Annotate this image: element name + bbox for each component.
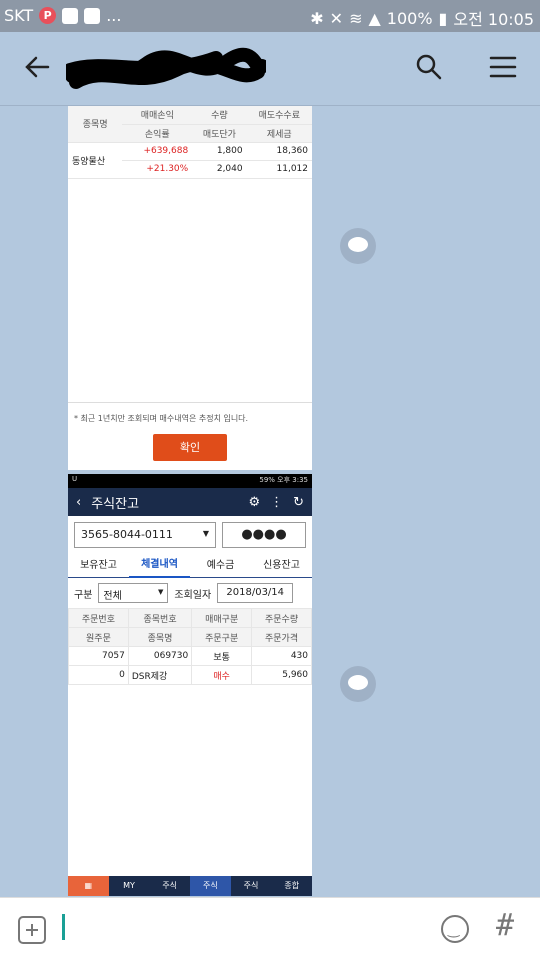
estimate-note: * 최근 1년치만 조회되며 매수내역은 추정치 입니다.	[74, 414, 249, 423]
bottom-nav-item-active: 주식	[190, 876, 231, 896]
executions-table: 주문번호 종목번호 매매구분 주문수량 원주문 종목명 주문구분 주문가격 70…	[68, 608, 312, 685]
status-left: SKT P ...	[4, 6, 121, 25]
bottom-nav-item: 주식	[243, 881, 259, 890]
phone-status-left: U	[72, 475, 78, 483]
table-header: 주문가격	[251, 627, 312, 647]
divider	[68, 402, 312, 403]
back-arrow-icon[interactable]	[22, 52, 52, 82]
order-type: 매수	[191, 665, 253, 685]
sell-price-value: 2,040	[192, 160, 247, 179]
table-header: 원주문	[68, 627, 129, 647]
message-input-bar: #	[0, 897, 540, 960]
refresh-icon: ↻	[293, 494, 304, 510]
wifi-icon: ≋	[349, 8, 363, 28]
original-order: 0	[68, 665, 129, 685]
table-header: 수량	[192, 106, 247, 125]
bottom-nav-item: 주식	[162, 881, 178, 890]
bottom-nav-item: 종합	[284, 881, 300, 890]
table-header: 주문번호	[68, 608, 129, 628]
tab-credit: 신용잔고	[263, 559, 300, 571]
password-field: ●●●●	[222, 522, 306, 548]
table-header-row: 주문번호 종목번호 매매구분 주문수량	[68, 608, 312, 628]
chat-header	[0, 32, 540, 106]
phone-status-right: 59% 오후 3:35	[259, 476, 308, 484]
profit-value: +639,688	[122, 142, 193, 161]
table-header: 매도단가	[192, 124, 247, 143]
emoji-icon[interactable]	[441, 915, 469, 943]
tab-holdings: 보유잔고	[80, 559, 117, 571]
more-notifications: ...	[106, 6, 122, 25]
balance-tabs: 보유잔고 체결내역 예수금 신용잔고	[68, 554, 312, 578]
share-bubble-icon[interactable]	[340, 666, 376, 702]
status-right: ✱ ✕ ≋ ▲ 100% ▮ 오전 10:05	[310, 6, 534, 30]
more-vertical-icon: ⋮	[270, 494, 284, 510]
redacted-chat-title	[66, 47, 266, 89]
tab-executions: 체결내역	[129, 554, 190, 578]
table-row: 동양물산 +639,688 1,800 18,360	[68, 142, 312, 179]
mute-icon: ✕	[329, 8, 344, 28]
order-price: 5,960	[251, 665, 312, 685]
bluetooth-icon: ✱	[310, 8, 324, 28]
carrier-label: SKT	[4, 6, 34, 25]
filter-select: 전체	[98, 583, 169, 603]
filter-row: 구분 전체 조회일자 2018/03/14	[68, 578, 312, 608]
clock: 오전 10:05	[453, 10, 534, 29]
fee-value: 18,360	[246, 142, 312, 161]
bottom-nav-home-icon: ▦	[68, 876, 109, 896]
status-bar: SKT P ... ✱ ✕ ≋ ▲ 100% ▮ 오전 10:05	[0, 0, 540, 32]
stock-name: DSR제강	[127, 665, 193, 685]
table-header: 손익률	[122, 124, 193, 143]
table-header: 매매구분	[191, 608, 253, 628]
image-message-2[interactable]: U 59% 오후 3:35 ‹ 주식잔고 ⚙ ⋮ ↻ 3565-8044-011…	[68, 474, 312, 896]
account-row: 3565-8044-0111 ●●●●	[68, 516, 312, 554]
stock-app-bottom-nav: ▦ MY 주식 주식 주식 종합	[68, 876, 312, 896]
table-row: 0 DSR제강 매수 5,960	[68, 665, 312, 685]
bottom-nav-item: MY	[123, 881, 135, 890]
stock-name: 동양물산	[68, 142, 123, 179]
filter-label: 구분	[74, 589, 93, 601]
table-row: 7057 069730 보통 430	[68, 646, 312, 666]
message-icon	[62, 7, 79, 24]
settings-gear-icon: ⚙	[248, 494, 261, 510]
date-label: 조회일자	[174, 589, 212, 601]
table-header: 매매손익	[122, 106, 193, 125]
table-header: 종목번호	[127, 608, 193, 628]
phone-status-bar: U 59% 오후 3:35	[68, 474, 312, 488]
signal-icon: ▲	[368, 8, 381, 28]
battery-level: 100%	[386, 8, 433, 28]
battery-icon: ▮	[438, 8, 448, 28]
hashtag-icon[interactable]: #	[496, 908, 514, 943]
date-field: 2018/03/14	[217, 583, 294, 603]
confirm-button: 확인	[153, 434, 227, 461]
table-header: 종목명	[127, 627, 193, 647]
quantity-value: 1,800	[192, 142, 247, 161]
image-message-1[interactable]: 종목명 매매손익 수량 매도수수료 손익률 매도단가 제세금 동양물산 +639…	[68, 106, 312, 470]
search-icon[interactable]	[414, 52, 444, 82]
table-header: 주문수량	[251, 608, 312, 628]
order-quantity: 430	[251, 646, 312, 666]
profit-rate-value: +21.30%	[122, 160, 193, 179]
stock-code: 069730	[127, 646, 193, 666]
table-header: 주문구분	[191, 627, 253, 647]
trade-type: 보통	[191, 646, 253, 666]
stats-icon	[84, 7, 101, 24]
table-header: 매도수수료	[246, 106, 312, 125]
back-chevron-icon: ‹	[76, 494, 82, 510]
stock-app-title: 주식잔고	[91, 496, 140, 512]
p-notification-icon: P	[39, 7, 57, 24]
tab-deposit: 예수금	[206, 559, 235, 571]
trade-profit-table: 종목명 매매손익 수량 매도수수료 손익률 매도단가 제세금 동양물산 +639…	[68, 106, 312, 179]
table-header-row: 종목명 매매손익 수량 매도수수료	[68, 106, 312, 143]
order-number: 7057	[68, 646, 129, 666]
stock-app-navbar: ‹ 주식잔고 ⚙ ⋮ ↻	[68, 488, 312, 516]
message-input[interactable]	[62, 914, 65, 940]
table-header-row: 원주문 종목명 주문구분 주문가격	[68, 627, 312, 647]
account-select: 3565-8044-0111	[74, 522, 216, 548]
share-bubble-icon[interactable]	[340, 228, 376, 264]
table-header: 제세금	[246, 124, 312, 143]
table-header: 종목명	[68, 106, 123, 143]
tax-value: 11,012	[246, 160, 312, 179]
plus-icon[interactable]	[18, 916, 46, 944]
hamburger-menu-icon[interactable]	[488, 54, 518, 80]
